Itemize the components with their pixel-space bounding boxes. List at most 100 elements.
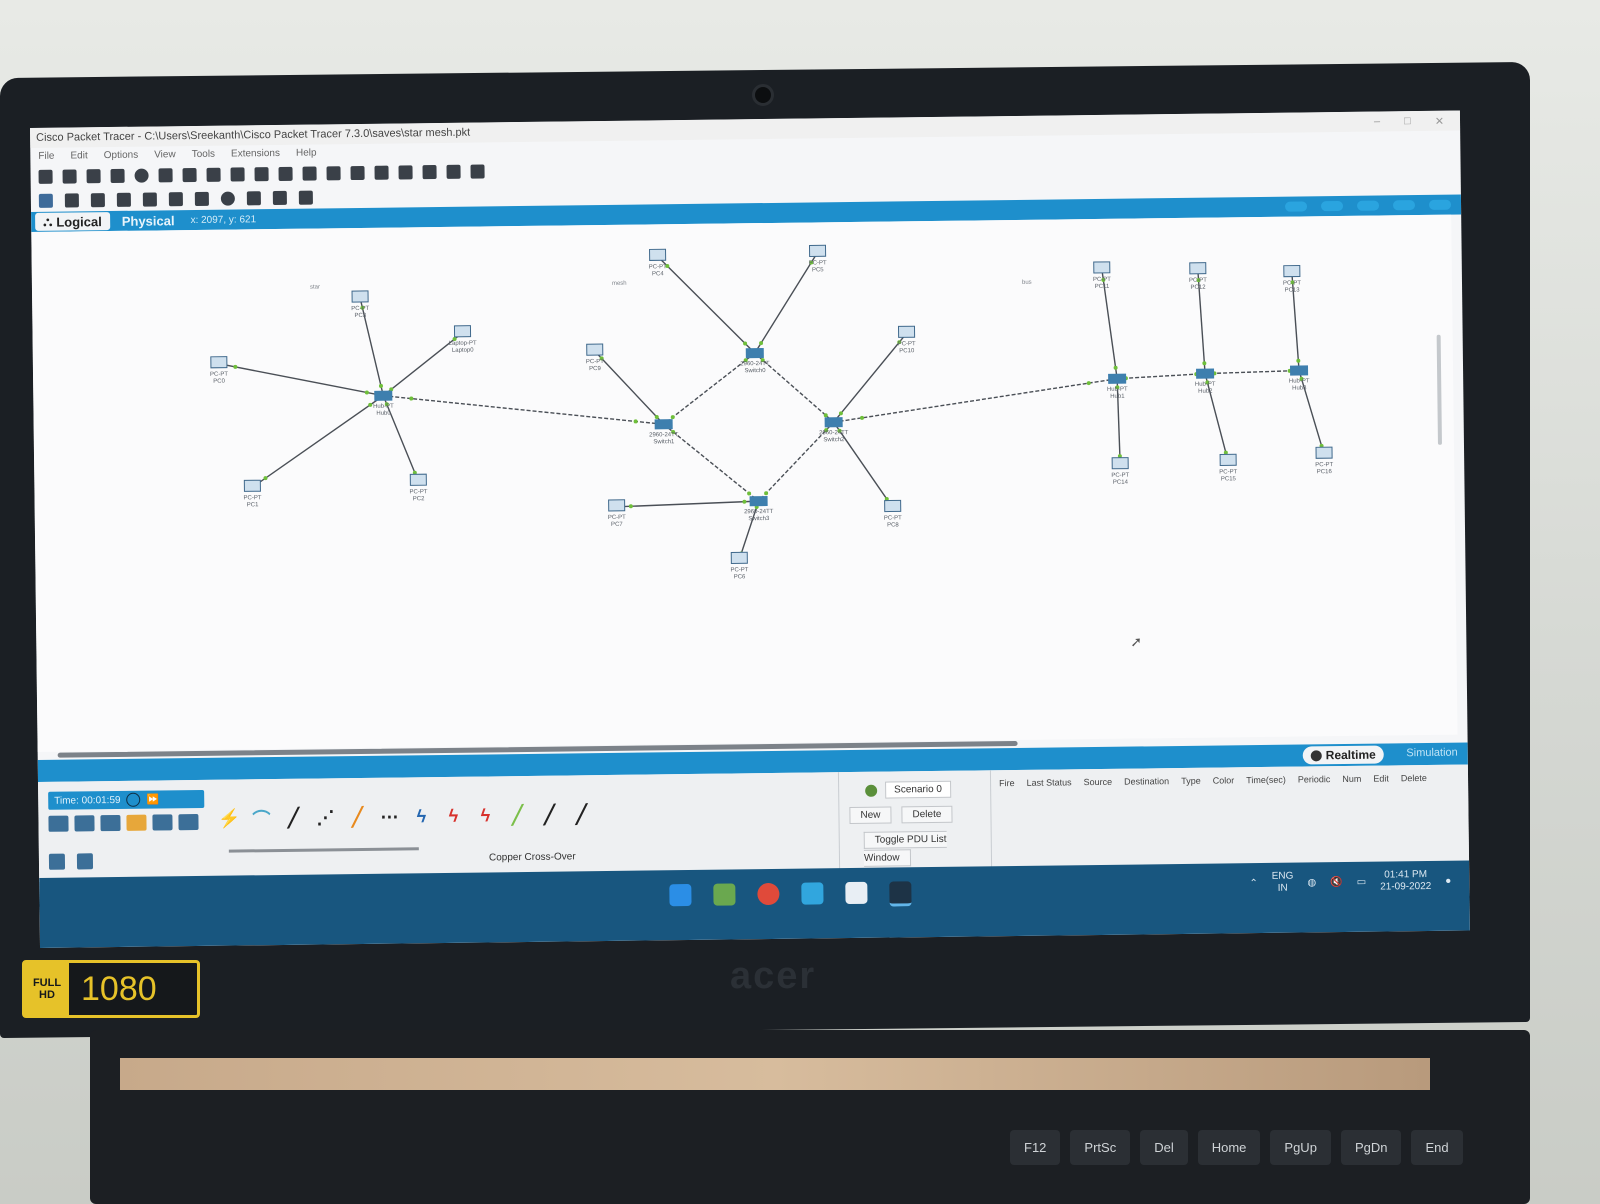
pdu-icon[interactable] bbox=[446, 164, 461, 179]
link-hub0-switch1[interactable] bbox=[383, 392, 664, 427]
device-pc6[interactable]: PC-PTPC6 bbox=[730, 551, 749, 580]
device-switch2[interactable]: 2960-24TTSwitch2 bbox=[819, 417, 849, 443]
connections-subtype-icon[interactable] bbox=[48, 853, 66, 870]
menu-edit[interactable]: Edit bbox=[70, 150, 87, 161]
zoom-in-icon[interactable] bbox=[302, 166, 317, 181]
link-switch2-pc10[interactable] bbox=[833, 332, 908, 423]
draw-ellipse-icon[interactable] bbox=[220, 191, 235, 206]
fast-forward-icon[interactable]: ⏩ bbox=[146, 794, 159, 805]
device-pc2[interactable]: PC-PTPC2 bbox=[409, 473, 428, 502]
network-devices-icon[interactable] bbox=[48, 815, 69, 832]
serial-dce-icon[interactable]: ϟ bbox=[442, 805, 464, 827]
tab-logical[interactable]: ⛬ Logical bbox=[35, 212, 110, 231]
zoom-out-icon[interactable] bbox=[350, 165, 365, 181]
link-hub1-hub2[interactable] bbox=[1117, 372, 1206, 380]
resize-icon[interactable] bbox=[116, 192, 131, 207]
realtime-button[interactable]: Realtime bbox=[1302, 745, 1384, 765]
menu-tools[interactable]: Tools bbox=[192, 148, 215, 159]
link-switch0-pc4[interactable] bbox=[657, 255, 756, 354]
file-explorer-icon[interactable] bbox=[713, 883, 736, 906]
chrome-icon[interactable] bbox=[757, 882, 780, 906]
close-icon[interactable]: ✕ bbox=[1435, 114, 1444, 127]
open-folder-icon[interactable] bbox=[62, 169, 77, 184]
device-pc11[interactable]: PC-PTPC11 bbox=[1093, 261, 1112, 290]
move-object-icon[interactable] bbox=[1356, 200, 1380, 211]
new-file-icon[interactable] bbox=[38, 169, 53, 184]
usb-cable-icon[interactable]: ╱ bbox=[570, 803, 592, 825]
iot-custom-cable-icon[interactable]: ╱ bbox=[538, 804, 560, 826]
root-icon[interactable] bbox=[1284, 201, 1308, 212]
clock[interactable]: 01:41 PM 21-09-2022 bbox=[1380, 869, 1431, 894]
copper-cross-over-icon[interactable]: ⋰ bbox=[314, 806, 336, 828]
tab-physical[interactable]: Physical bbox=[114, 212, 183, 230]
copy-icon[interactable] bbox=[206, 167, 221, 182]
device-pc7[interactable]: PC-PTPC7 bbox=[608, 499, 627, 528]
language-indicator[interactable]: ENG IN bbox=[1272, 871, 1294, 895]
delete-icon[interactable] bbox=[90, 193, 105, 208]
drawing-palette-icon[interactable] bbox=[374, 165, 389, 180]
maximize-icon[interactable]: □ bbox=[1404, 115, 1411, 128]
device-hub1[interactable]: Hub-PTHub1 bbox=[1107, 373, 1128, 400]
end-devices-icon[interactable] bbox=[74, 815, 95, 832]
link-hub0-pc0[interactable] bbox=[218, 362, 384, 398]
new-cluster-icon[interactable] bbox=[1320, 200, 1344, 212]
link-switch1-pc9[interactable] bbox=[594, 350, 665, 425]
minimize-icon[interactable]: – bbox=[1374, 115, 1380, 128]
device-pc8[interactable]: PC-PTPC8 bbox=[884, 499, 903, 529]
new-scenario-button[interactable]: New bbox=[849, 806, 892, 825]
link-switch3-pc7[interactable] bbox=[616, 500, 759, 508]
device-pc15[interactable]: PC-PTPC15 bbox=[1219, 453, 1238, 482]
menu-help[interactable]: Help bbox=[296, 147, 317, 158]
device-hub2[interactable]: Hub-PTHub2 bbox=[1195, 368, 1216, 395]
freeform-icon[interactable] bbox=[246, 191, 261, 206]
phone-cable-icon[interactable]: ⋯ bbox=[378, 806, 400, 828]
device-pc3[interactable]: PC-PTPC3 bbox=[351, 290, 370, 319]
user-profile-icon[interactable] bbox=[182, 167, 197, 183]
select-icon[interactable] bbox=[38, 193, 53, 208]
copper-straight-icon[interactable]: ╱ bbox=[282, 807, 304, 829]
link-hub2-hub3[interactable] bbox=[1205, 369, 1300, 375]
console-cable-icon[interactable]: ⌒ bbox=[250, 807, 272, 829]
scenario-select[interactable]: Scenario 0 bbox=[885, 780, 952, 799]
connections-icon[interactable] bbox=[126, 814, 147, 831]
notes-icon[interactable] bbox=[422, 165, 437, 180]
link-switch2-hub1[interactable] bbox=[833, 378, 1118, 423]
menu-extensions[interactable]: Extensions bbox=[231, 147, 280, 159]
delete-scenario-button[interactable]: Delete bbox=[901, 805, 953, 824]
zoom-reset-icon[interactable] bbox=[326, 166, 341, 181]
device-pc14[interactable]: PC-PTPC14 bbox=[1111, 457, 1130, 486]
place-note-icon[interactable] bbox=[142, 192, 157, 207]
volume-muted-icon[interactable]: 🔇 bbox=[1330, 877, 1343, 888]
save-icon[interactable] bbox=[86, 169, 101, 184]
menu-file[interactable]: File bbox=[38, 150, 54, 161]
link-switch0-pc5[interactable] bbox=[754, 252, 819, 354]
print-icon[interactable] bbox=[110, 168, 125, 184]
cable-scrollbar[interactable] bbox=[228, 847, 419, 853]
power-cycle-icon[interactable] bbox=[126, 792, 141, 807]
components-icon[interactable] bbox=[100, 814, 121, 832]
simulation-button[interactable]: Simulation bbox=[1406, 747, 1458, 760]
device-pc9[interactable]: PC-PTPC9 bbox=[586, 343, 605, 372]
logical-workspace[interactable]: PC-PT PC0 PC-PT PC1 PC-PT PC2 PC-PT PC3 Laptop-P… bbox=[31, 214, 1458, 752]
custom-device-icon[interactable] bbox=[398, 165, 413, 180]
fiber-icon[interactable]: ╱ bbox=[346, 806, 368, 828]
toggle-pdu-list-button[interactable]: Toggle PDU List Window bbox=[863, 830, 947, 867]
undo-icon[interactable] bbox=[254, 167, 269, 182]
battery-icon[interactable]: ▭ bbox=[1357, 876, 1367, 887]
device-pc5[interactable]: PC-PTPC5 bbox=[808, 244, 827, 273]
device-pc4[interactable]: PC-PTPC4 bbox=[649, 248, 668, 277]
grid-icon[interactable] bbox=[76, 853, 94, 870]
auto-cable-icon[interactable]: ⚡ bbox=[218, 807, 241, 829]
paint-icon[interactable] bbox=[845, 881, 868, 905]
device-switch0[interactable]: 2960-24TTSwitch0 bbox=[740, 348, 770, 374]
device-switch3[interactable]: 2960-24TTSwitch3 bbox=[744, 496, 774, 522]
camera-icon[interactable] bbox=[470, 164, 485, 179]
multiuser-icon[interactable] bbox=[178, 813, 199, 831]
set-background-icon[interactable] bbox=[1392, 200, 1416, 211]
notification-icon[interactable]: ● bbox=[1445, 875, 1451, 886]
start-icon[interactable] bbox=[669, 883, 692, 907]
serial-dte-icon[interactable]: ϟ bbox=[474, 804, 496, 826]
redo-icon[interactable] bbox=[278, 166, 293, 181]
device-pc12[interactable]: PC-PTPC12 bbox=[1189, 262, 1208, 291]
menu-options[interactable]: Options bbox=[104, 149, 139, 160]
